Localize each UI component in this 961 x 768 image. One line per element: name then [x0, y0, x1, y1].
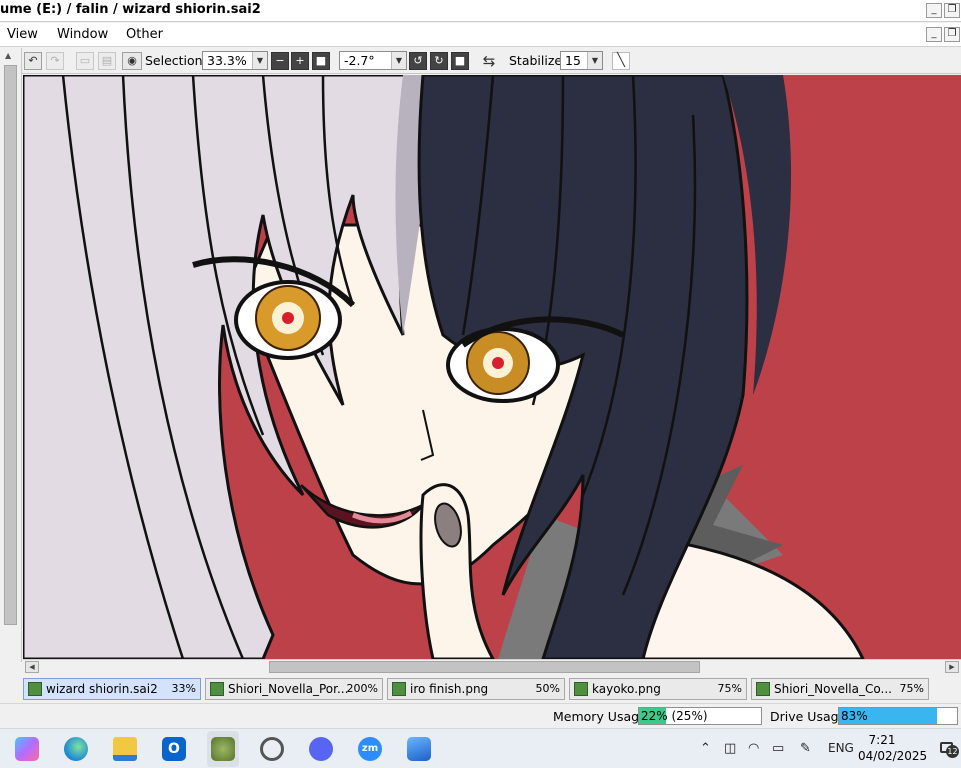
restore-icon[interactable]: ❐	[944, 3, 960, 18]
tab-shiori-novella-co[interactable]: Shiori_Novella_Co... 75%	[751, 678, 929, 700]
memory-usage-label: Memory Usage	[553, 709, 647, 724]
artwork-image	[23, 75, 961, 659]
title-bar: ume (E:) / falin / wizard shiorin.sai2 _…	[0, 0, 961, 22]
horizontal-scroll-thumb[interactable]	[269, 661, 700, 673]
chevron-down-icon[interactable]: ▼	[587, 52, 602, 69]
zoom-in-icon[interactable]: +	[291, 52, 309, 70]
rotation-reset-icon[interactable]: ■	[451, 52, 469, 70]
language-indicator[interactable]: ENG	[828, 741, 854, 755]
zoom-reset-icon[interactable]: ■	[312, 52, 330, 70]
tray-app-icon[interactable]: ◫	[724, 741, 736, 756]
eye-icon[interactable]: ◉	[122, 52, 142, 70]
tab-name: wizard shiorin.sai2	[46, 682, 158, 696]
paint-tool-sai-icon[interactable]	[207, 731, 239, 767]
scroll-left-icon[interactable]: ◀	[25, 661, 39, 673]
tab-name: Shiori_Novella_Co...	[774, 682, 892, 696]
invert-selection-icon[interactable]: ▤	[98, 52, 116, 70]
tab-zoom: 33%	[171, 682, 196, 695]
drive-usage-value: 83%	[841, 709, 868, 723]
drive-usage-meter: 83%	[838, 707, 958, 725]
pen-icon[interactable]: ✎	[800, 741, 811, 756]
menu-other[interactable]: Other	[126, 27, 163, 42]
document-icon	[28, 682, 42, 696]
document-tab-bar: wizard shiorin.sai2 33% Shiori_Novella_P…	[0, 676, 961, 702]
chevron-up-icon[interactable]: ⌃	[700, 741, 711, 756]
copilot-icon[interactable]	[15, 737, 39, 761]
zoom-out-icon[interactable]: −	[271, 52, 289, 70]
menu-bar: View Window Other _ ❐	[0, 23, 961, 47]
doc-minimize-icon[interactable]: _	[926, 27, 942, 42]
vertical-scroll-thumb[interactable]	[4, 65, 17, 625]
document-icon	[756, 682, 770, 696]
zoom-value: 33.3%	[207, 53, 247, 68]
scroll-up-icon[interactable]: ▲	[5, 51, 11, 60]
rotation-combo[interactable]: -2.7° ▼	[339, 51, 407, 70]
chevron-down-icon[interactable]: ▼	[252, 52, 267, 69]
tab-zoom: 75%	[899, 682, 924, 695]
notification-badge: 12	[946, 745, 959, 758]
clock-date: 04/02/2025	[858, 749, 928, 763]
chatgpt-icon[interactable]	[260, 737, 284, 761]
zoom-combo[interactable]: 33.3% ▼	[202, 51, 268, 70]
tab-zoom: 200%	[346, 682, 378, 695]
scroll-right-icon[interactable]: ▶	[945, 661, 959, 673]
selection-label: Selection	[145, 53, 203, 68]
outlook-icon[interactable]: O	[162, 737, 186, 761]
minimize-icon[interactable]: _	[926, 3, 942, 18]
document-icon	[574, 682, 588, 696]
status-bar: Memory Usage 22% (25%) Drive Usage 83%	[0, 703, 961, 727]
memory-usage-value: 22% (25%)	[641, 709, 708, 723]
tab-name: kayoko.png	[592, 682, 661, 696]
memory-usage-meter: 22% (25%)	[638, 707, 762, 725]
doc-restore-icon[interactable]: ❐	[944, 27, 960, 42]
rotation-value: -2.7°	[344, 53, 375, 68]
tab-zoom: 75%	[717, 682, 742, 695]
tab-wizard-shiorin[interactable]: wizard shiorin.sai2 33%	[23, 678, 201, 700]
discord-icon[interactable]	[309, 737, 333, 761]
tab-name: Shiori_Novella_Por...	[228, 682, 349, 696]
document-icon	[210, 682, 224, 696]
window-title: ume (E:) / falin / wizard shiorin.sai2	[0, 2, 261, 17]
notification-icon[interactable]: 12	[940, 740, 959, 758]
photos-icon[interactable]	[407, 737, 431, 761]
tab-iro-finish[interactable]: iro finish.png 50%	[387, 678, 565, 700]
stabilizer-value: 15	[565, 53, 581, 68]
tab-name: iro finish.png	[410, 682, 489, 696]
drawing-canvas[interactable]	[23, 75, 961, 659]
stabilizer-label: Stabilizer	[509, 53, 568, 68]
rotate-left-icon[interactable]: ↺	[409, 52, 427, 70]
toolbar: ↶ ↷ ▭ ▤ ◉ Selection 33.3% ▼ − + ■ -2.7° …	[0, 48, 961, 74]
tab-kayoko[interactable]: kayoko.png 75%	[569, 678, 747, 700]
line-tool-icon[interactable]: ╲	[612, 52, 630, 70]
tab-shiori-novella-por[interactable]: Shiori_Novella_Por... 200%	[205, 678, 383, 700]
clock-time: 7:21	[868, 733, 896, 747]
undo-icon[interactable]: ↶	[24, 52, 42, 70]
document-icon	[392, 682, 406, 696]
vertical-scrollbar[interactable]: ▲	[0, 48, 22, 662]
tab-zoom: 50%	[535, 682, 560, 695]
drive-usage-label: Drive Usage	[770, 709, 847, 724]
rotate-right-icon[interactable]: ↻	[430, 52, 448, 70]
deselect-icon[interactable]: ▭	[76, 52, 94, 70]
menu-window[interactable]: Window	[57, 27, 108, 42]
clock[interactable]: 7:21 04/02/2025	[858, 732, 928, 764]
taskbar: O zm ⌃ ◫ ◠ ▭ ✎ ENG 7:21 04/02/2025 12	[0, 728, 961, 768]
edge-icon[interactable]	[64, 737, 88, 761]
menu-view[interactable]: View	[7, 27, 38, 42]
file-explorer-icon[interactable]	[113, 737, 137, 761]
flip-horizontal-icon[interactable]: ⇆	[480, 52, 498, 70]
wifi-icon[interactable]: ◠	[748, 741, 759, 756]
horizontal-scrollbar[interactable]: ◀ ▶	[23, 659, 961, 674]
redo-icon[interactable]: ↷	[46, 52, 64, 70]
stabilizer-combo[interactable]: 15 ▼	[560, 51, 603, 70]
battery-icon[interactable]: ▭	[772, 741, 784, 756]
zoom-icon[interactable]: zm	[358, 737, 382, 761]
chevron-down-icon[interactable]: ▼	[391, 52, 406, 69]
